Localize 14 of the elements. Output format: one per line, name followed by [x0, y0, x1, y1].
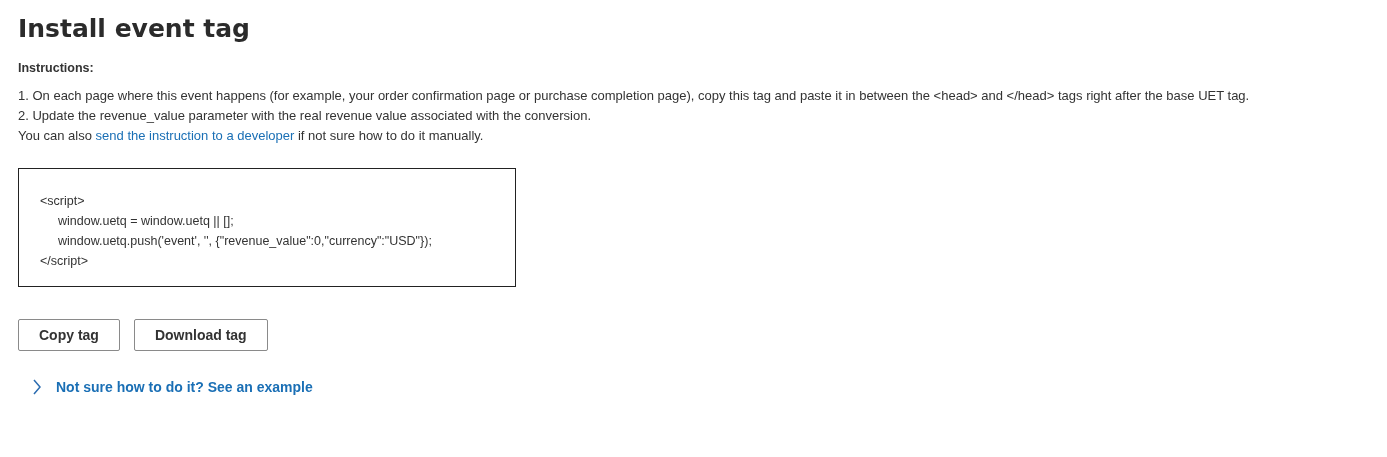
- instruction-step: 1. On each page where this event happens (for example, your order confirmation page or purchase completion page), copy this tag and paste it in between the <head> and </head> tags right after the base UET tag.: [18, 86, 1369, 106]
- code-line: window.uetq.push('event', '', {"revenue_value":0,"currency":"USD"});: [57, 233, 433, 250]
- chevron-icon[interactable]: [32, 379, 42, 395]
- developer-link[interactable]: send the instruction to a developer: [95, 128, 295, 143]
- instruction-step: 2. Update the revenue_value parameter with the real revenue value associated with the conversion.: [18, 106, 1369, 126]
- example-link[interactable]: Not sure how to do it? See an example: [56, 379, 313, 395]
- developer-note: You can also send the instruction to a developer if not sure how to do it manually.: [18, 127, 485, 145]
- code-line: window.uetq = window.uetq || [];: [57, 213, 235, 230]
- code-line: <script>: [40, 193, 86, 210]
- instructions-heading: Instructions:: [18, 61, 95, 75]
- code-line: </script>: [40, 253, 89, 270]
- page-title: Install event tag: [18, 14, 252, 43]
- tag-button[interactable]: Copy tag: [18, 319, 120, 351]
- tag-button[interactable]: Download tag: [133, 319, 268, 351]
